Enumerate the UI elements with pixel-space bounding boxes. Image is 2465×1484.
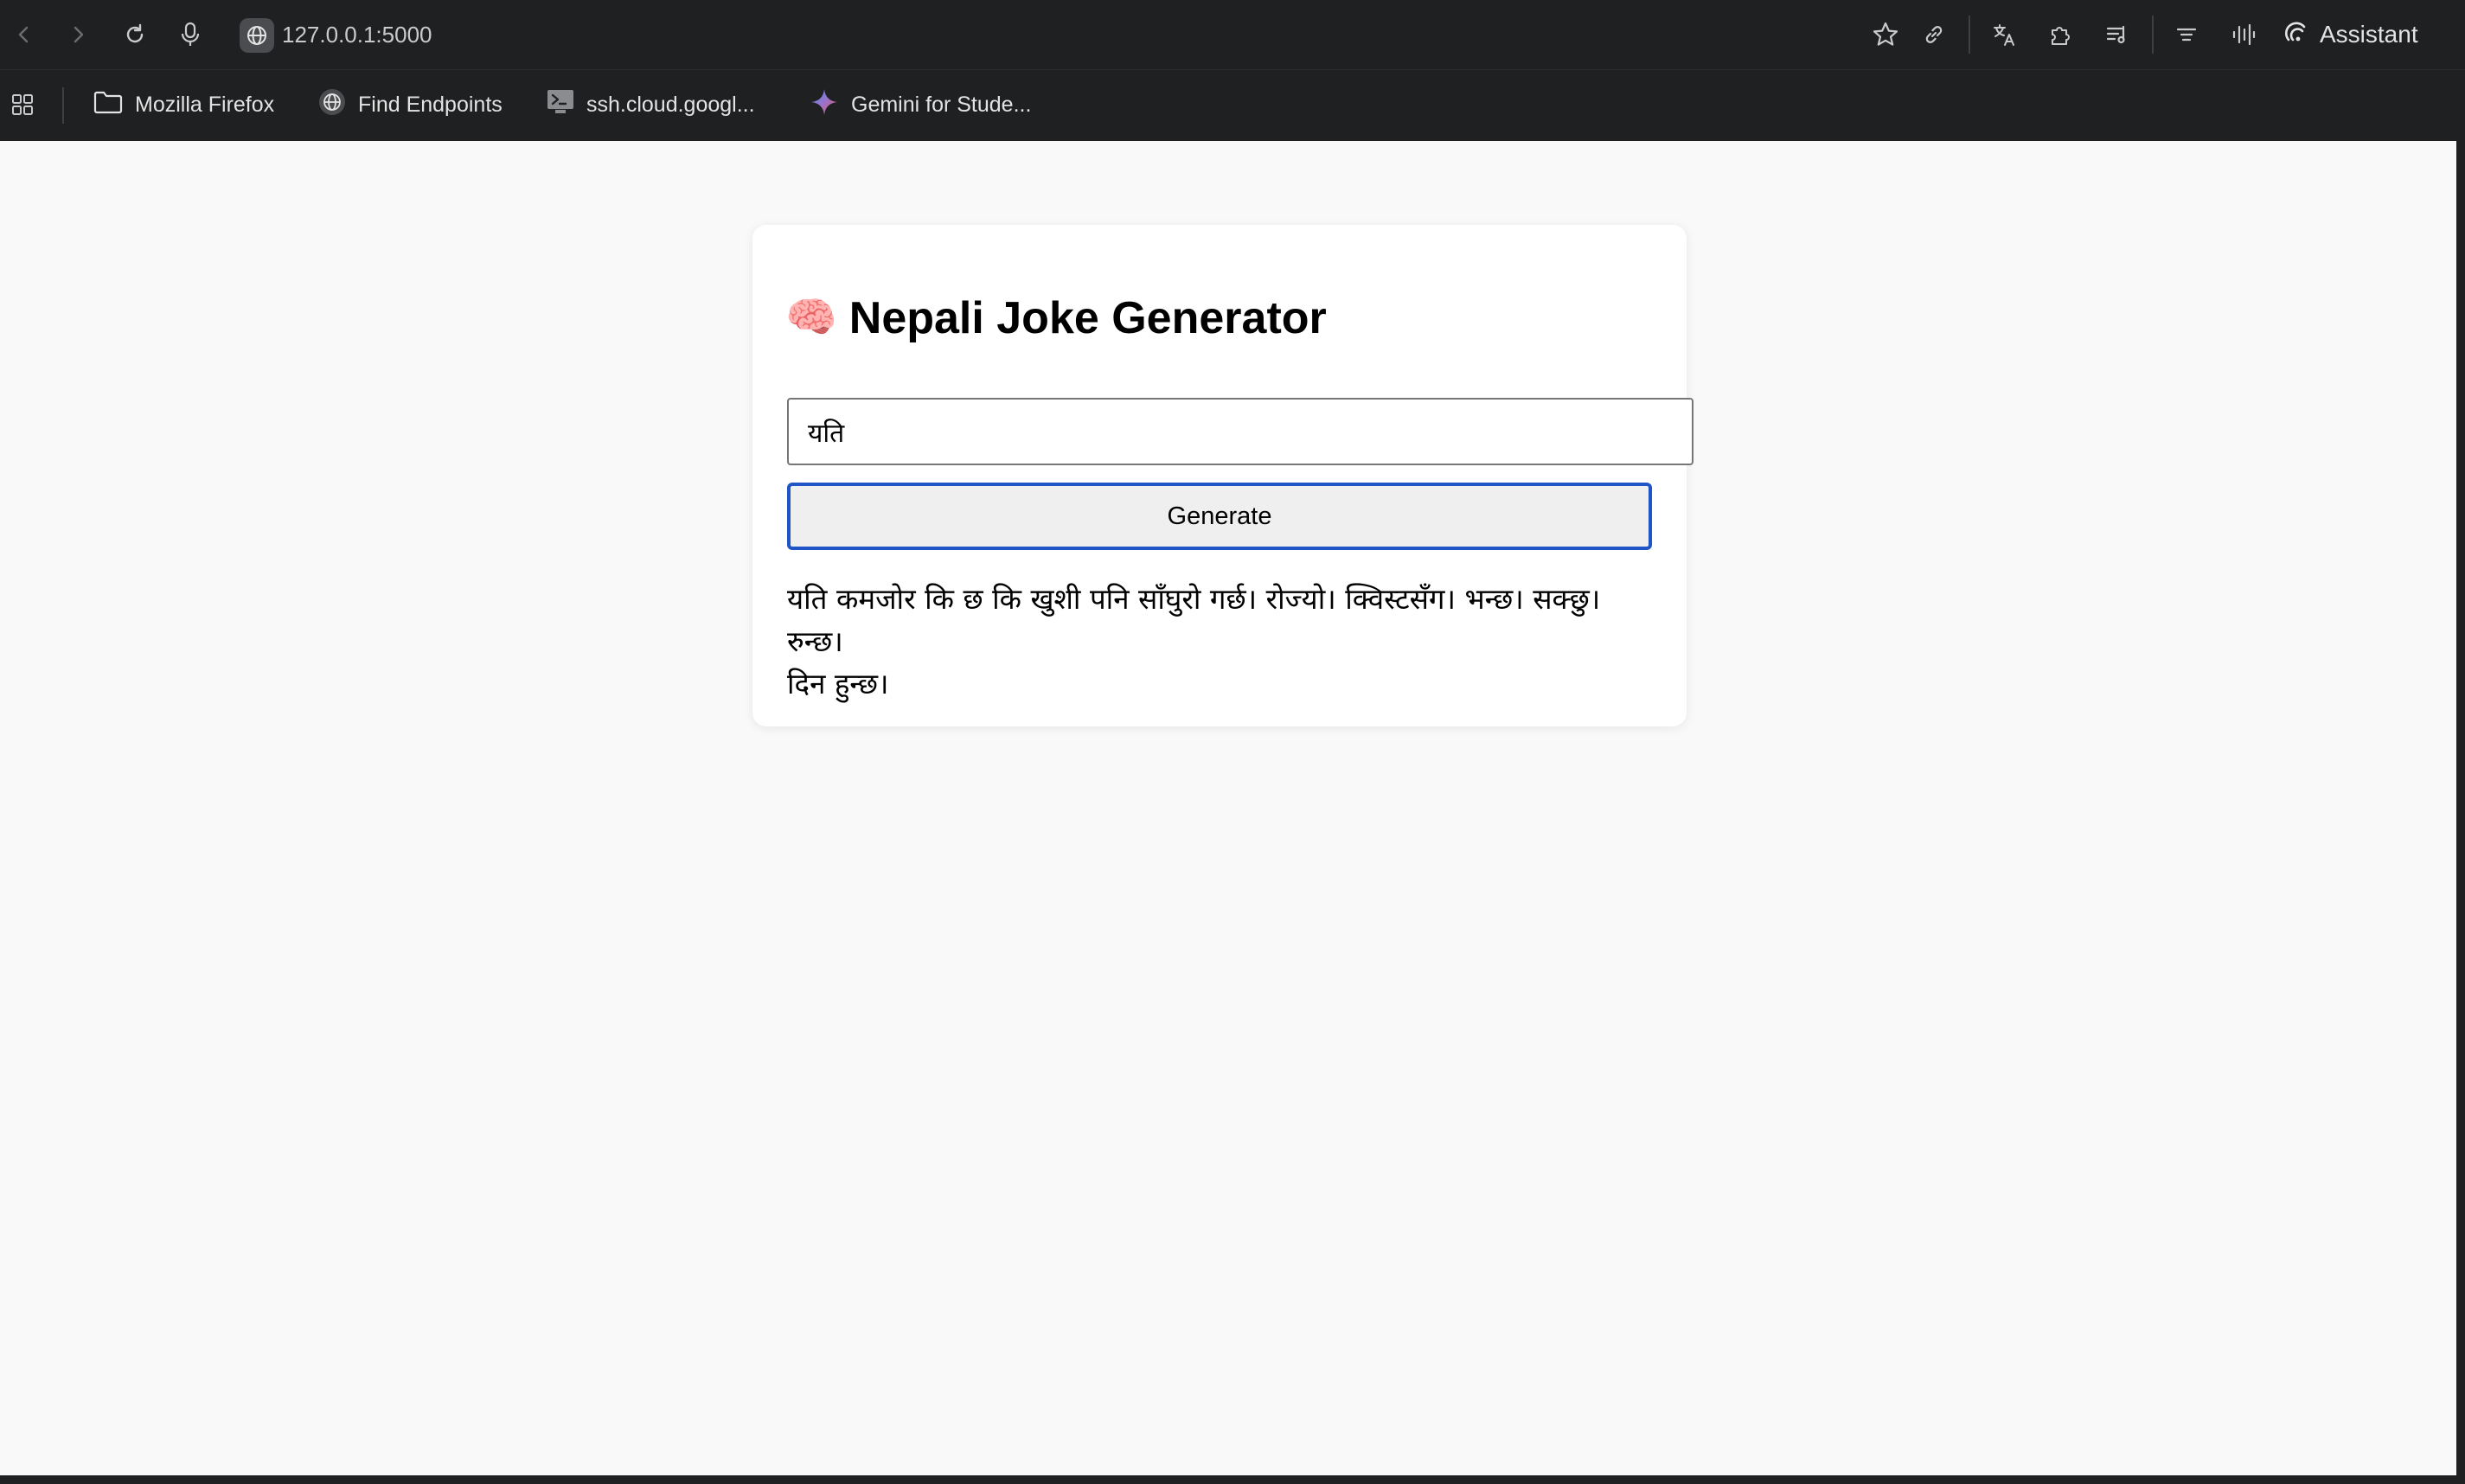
- site-info-globe-icon[interactable]: [240, 18, 274, 53]
- globe-icon: [318, 88, 346, 122]
- toolbar-divider: [2152, 16, 2154, 54]
- copy-link-icon[interactable]: [1917, 17, 1951, 52]
- microphone-icon[interactable]: [173, 17, 208, 52]
- toolbar-divider: [1969, 16, 1970, 54]
- bookmarks-bar: Mozilla Firefox Find Endpoints ssh.cloud…: [0, 69, 2465, 142]
- joke-line: यति कमजोर कि छ कि खुशी पनि साँघुरो गर्छ।…: [787, 582, 1601, 658]
- bookmark-gemini[interactable]: Gemini for Stude...: [810, 86, 1031, 124]
- topic-input[interactable]: [787, 398, 1693, 465]
- joke-output: यति कमजोर कि छ कि खुशी पनि साँघुरो गर्छ।…: [787, 578, 1652, 705]
- bookmark-label: ssh.cloud.googl...: [586, 92, 755, 117]
- assistant-icon: [2283, 19, 2309, 51]
- bookmark-mozilla-firefox[interactable]: Mozilla Firefox: [93, 86, 274, 124]
- folder-icon: [93, 90, 123, 120]
- bookmark-find-endpoints[interactable]: Find Endpoints: [318, 86, 503, 124]
- bookmarks-divider: [62, 87, 64, 124]
- reload-icon[interactable]: [118, 17, 152, 52]
- joke-line: दिन हुन्छ।: [787, 667, 889, 700]
- extensions-puzzle-icon[interactable]: [2043, 17, 2078, 52]
- gemini-sparkle-icon: [810, 87, 839, 123]
- address-bar-url[interactable]: 127.0.0.1:5000: [282, 19, 432, 50]
- apps-grid-icon[interactable]: [10, 93, 35, 121]
- bookmark-label: Gemini for Stude...: [851, 92, 1032, 117]
- assistant-button[interactable]: Assistant: [2283, 16, 2418, 54]
- bookmark-star-icon[interactable]: [1868, 17, 1903, 52]
- generate-button[interactable]: Generate: [787, 483, 1652, 550]
- media-queue-icon[interactable]: [2100, 17, 2135, 52]
- page-viewport: 🧠 Nepali Joke Generator Generate यति कमज…: [0, 141, 2456, 1475]
- window-edge: [2456, 141, 2465, 1484]
- forward-icon[interactable]: [61, 17, 95, 52]
- brain-icon: 🧠: [785, 295, 837, 341]
- reading-list-icon[interactable]: [2169, 17, 2204, 52]
- window-edge: [0, 1475, 2465, 1484]
- bookmark-ssh-cloud[interactable]: ssh.cloud.googl...: [547, 86, 755, 124]
- bookmark-label: Find Endpoints: [358, 92, 503, 117]
- assistant-label: Assistant: [2320, 21, 2418, 48]
- translate-icon[interactable]: [1988, 17, 2022, 52]
- terminal-icon: [547, 89, 574, 121]
- bookmark-label: Mozilla Firefox: [135, 92, 275, 117]
- page-title: 🧠 Nepali Joke Generator: [785, 292, 1327, 344]
- page-title-text: Nepali Joke Generator: [848, 293, 1327, 343]
- voice-waveform-icon[interactable]: [2226, 17, 2261, 52]
- joke-generator-card: 🧠 Nepali Joke Generator Generate यति कमज…: [752, 225, 1693, 726]
- back-icon[interactable]: [7, 17, 42, 52]
- browser-toolbar: 127.0.0.1:5000 Assistant: [0, 0, 2465, 69]
